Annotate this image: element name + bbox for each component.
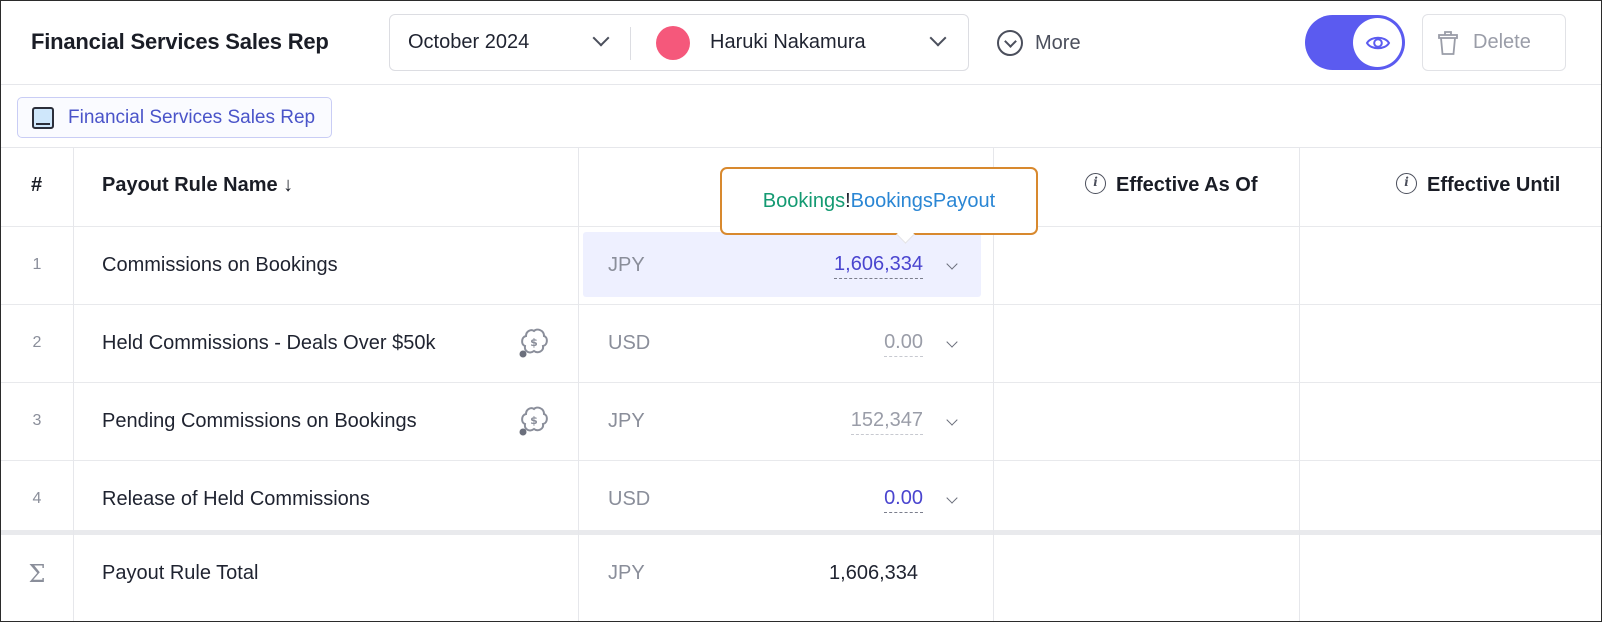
info-icon[interactable]: i [1085,173,1106,195]
toggle-knob [1353,18,1402,67]
effective-as-of-label: Effective As Of [1116,174,1258,196]
table-row[interactable]: 3 Pending Commissions on Bookings $ JPY … [1,383,1601,461]
chevron-down-icon[interactable] [946,336,958,348]
svg-text:$: $ [530,414,538,427]
chevron-down-icon[interactable] [946,258,958,270]
effective-until-label: Effective Until [1427,174,1561,196]
payout-cycle-icon: $ [519,406,548,436]
total-row: Σ Payout Rule Total JPY 1,606,334 [1,535,1601,621]
period-select[interactable]: October 2024 [408,31,529,54]
more-label: More [1035,31,1081,54]
payout-amount[interactable]: 0.00 [884,331,923,357]
column-header-num: # [31,174,43,196]
formula-tooltip: Bookings! BookingsPayout [720,167,1038,235]
row-number: 2 [32,334,42,351]
column-header-effective-as-of: i Effective As Of [1085,173,1258,197]
period-user-selector: October 2024 Haruki Nakamura [389,14,969,71]
view-toggle[interactable] [1305,15,1405,70]
table-row[interactable]: 4 Release of Held Commissions USD 0.00 [1,461,1601,530]
chevron-down-icon[interactable] [592,29,610,47]
tooltip-field: BookingsPayout [850,189,996,212]
delete-button[interactable]: Delete [1422,14,1566,71]
column-divider [1299,147,1300,621]
book-icon [32,106,54,129]
payout-amount[interactable]: 0.00 [884,487,923,513]
avatar [656,26,690,60]
chevron-down-icon[interactable] [929,29,947,47]
row-number: 4 [32,490,42,507]
table-row[interactable]: 1 Commissions on Bookings JPY 1,606,334 [1,227,1601,305]
chevron-down-icon[interactable] [946,492,958,504]
payout-cycle-icon: $ [519,328,548,358]
column-divider [578,147,579,621]
payout-amount[interactable]: 152,347 [850,409,923,435]
currency: JPY [608,562,645,584]
info-icon[interactable]: i [1396,173,1417,195]
plan-tag-label: Financial Services Sales Rep [68,106,316,128]
tooltip-source: Bookings [762,189,846,212]
currency: JPY [608,254,645,276]
currency: USD [608,332,651,354]
total-amount: 1,606,334 [829,562,918,584]
sigma-icon: Σ [28,560,46,588]
more-circle-icon [997,30,1023,56]
app-frame: Financial Services Sales Rep October 202… [0,0,1602,622]
header-bar: Financial Services Sales Rep October 202… [1,1,1601,85]
page-title: Financial Services Sales Rep [31,29,329,54]
selector-divider [630,27,631,60]
more-button[interactable]: More [997,27,1081,59]
column-header-name[interactable]: Payout Rule Name ↓ [102,174,293,197]
rule-name: Release of Held Commissions [102,488,370,510]
table-row[interactable]: 2 Held Commissions - Deals Over $50k $ U… [1,305,1601,383]
eye-icon [1365,36,1390,49]
svg-text:$: $ [530,336,538,349]
payout-amount[interactable]: 1,606,334 [834,253,923,279]
rule-name: Commissions on Bookings [102,254,338,276]
row-number: 3 [32,412,42,429]
column-divider [73,147,74,621]
currency: JPY [608,410,645,432]
column-header-effective-until: i Effective Until [1396,173,1561,197]
user-select[interactable]: Haruki Nakamura [710,31,866,54]
chevron-down-icon[interactable] [946,414,958,426]
delete-label: Delete [1473,31,1531,53]
total-label: Payout Rule Total [102,562,259,584]
row-number: 1 [32,256,42,273]
rule-name: Held Commissions - Deals Over $50k [102,332,436,354]
currency: USD [608,488,651,510]
trash-icon [1438,30,1458,55]
rule-name: Pending Commissions on Bookings [102,410,417,432]
plan-tag[interactable]: Financial Services Sales Rep [17,97,333,138]
